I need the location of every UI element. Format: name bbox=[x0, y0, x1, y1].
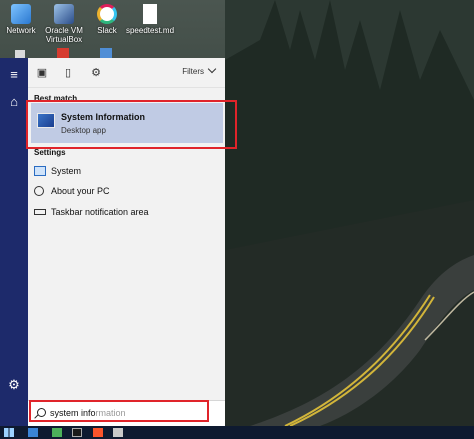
taskbar bbox=[0, 426, 474, 439]
annotation-highlight-best-match bbox=[26, 100, 237, 149]
desktop-icon-label-line2: VirtualBox bbox=[45, 35, 83, 44]
monitor-icon bbox=[34, 166, 46, 176]
home-icon[interactable]: ⌂ bbox=[5, 93, 23, 111]
info-icon bbox=[34, 186, 44, 196]
taskbar-icon bbox=[34, 209, 46, 215]
brave-browser-icon[interactable] bbox=[93, 428, 103, 437]
desktop-app-icon[interactable] bbox=[28, 428, 38, 437]
task-manager-icon[interactable] bbox=[52, 428, 62, 437]
network-icon bbox=[11, 4, 31, 24]
settings-heading: Settings bbox=[34, 148, 66, 157]
annotation-highlight-search bbox=[29, 400, 209, 422]
start-menu-rail: ≡ ⌂ ⚙ bbox=[0, 58, 28, 426]
slack-icon bbox=[97, 4, 117, 24]
desktop-icon-speedtest[interactable]: speedtest.md bbox=[124, 0, 176, 35]
desktop-icon-partial bbox=[100, 48, 112, 58]
filters-label: Filters bbox=[182, 67, 204, 76]
settings-tab-icon[interactable]: ⚙ bbox=[89, 66, 103, 80]
settings-item-label: System bbox=[51, 166, 82, 176]
chevron-down-icon bbox=[207, 64, 217, 74]
command-prompt-icon[interactable] bbox=[72, 428, 82, 437]
app-icon[interactable] bbox=[113, 428, 123, 437]
settings-item-label: About your PC bbox=[51, 186, 110, 196]
desktop-icon-label: speedtest.md bbox=[125, 26, 175, 35]
search-panel-toolbar: ▣ ▯ ⚙ Filters bbox=[28, 58, 225, 88]
hamburger-menu-icon[interactable]: ≡ bbox=[5, 66, 23, 84]
windows-start-icon[interactable] bbox=[4, 428, 14, 437]
filters-dropdown[interactable]: Filters bbox=[182, 64, 217, 76]
settings-gear-icon[interactable]: ⚙ bbox=[5, 376, 23, 394]
apps-tab-icon[interactable]: ▣ bbox=[35, 66, 49, 80]
desktop-icon-partial bbox=[57, 48, 69, 58]
settings-item-label: Taskbar notification area bbox=[51, 207, 149, 217]
virtualbox-icon bbox=[54, 4, 74, 24]
documents-tab-icon[interactable]: ▯ bbox=[61, 66, 75, 80]
file-icon bbox=[143, 4, 157, 24]
desktop-icon-partial bbox=[15, 50, 25, 58]
